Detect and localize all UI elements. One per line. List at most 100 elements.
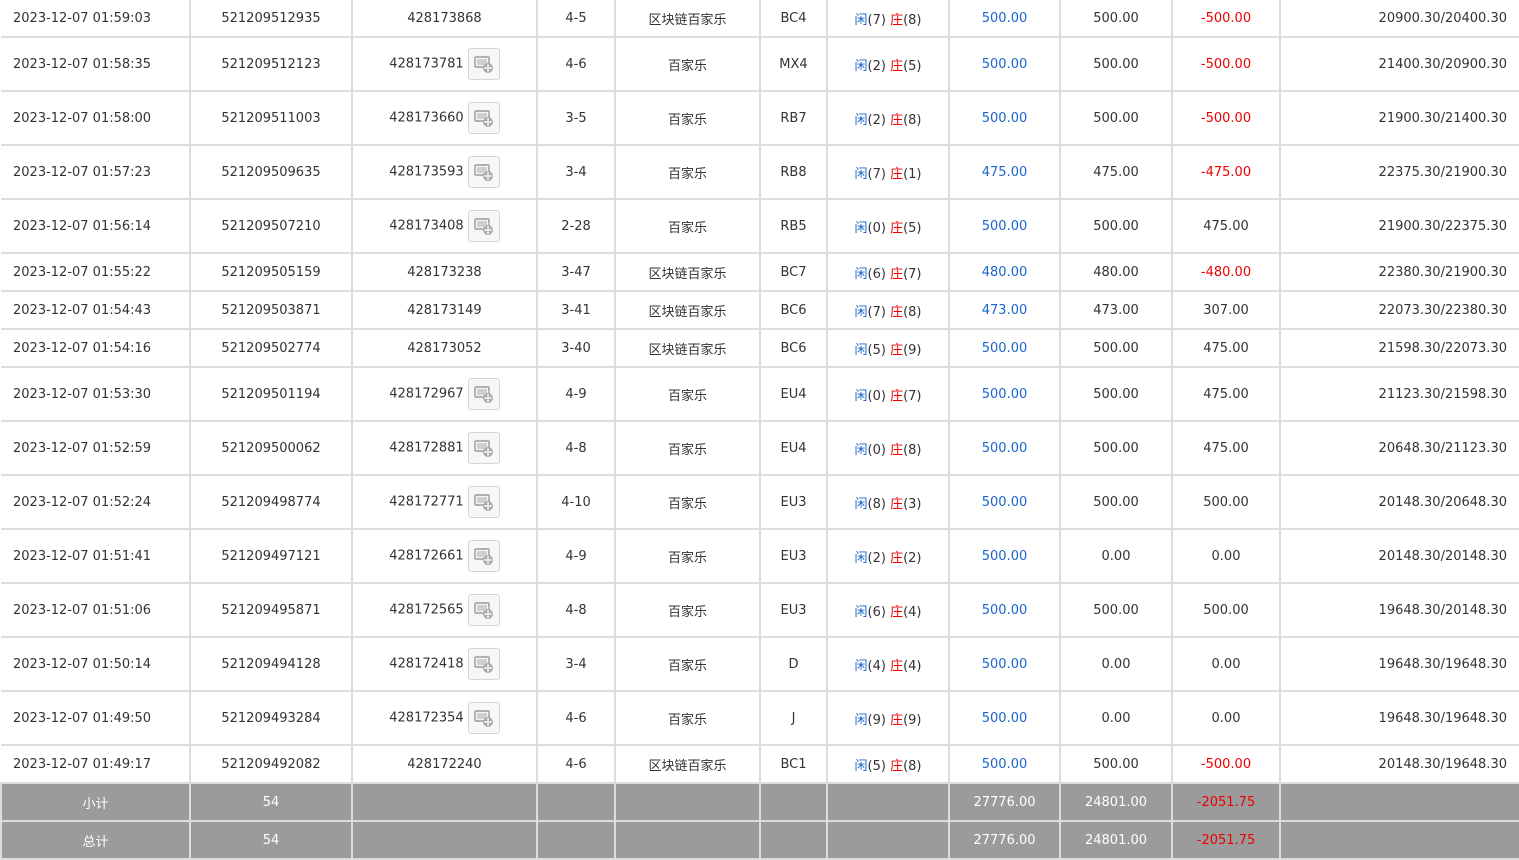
win-loss: -500.00 [1171, 36, 1281, 92]
bet-amount-link[interactable]: 500.00 [948, 36, 1061, 92]
player-score: (0) [867, 220, 886, 236]
video-replay-icon[interactable] [467, 540, 500, 572]
table-body: 2023-12-07 01:59:03 521209512935 428173868… [1, 0, 1519, 784]
banker-score: (5) [903, 220, 922, 236]
balance-before-after: 20648.30/21123.30 [1279, 420, 1519, 476]
game-result: 闲(0) 庄(7) [826, 366, 950, 422]
bet-amount-link[interactable]: 480.00 [948, 252, 1061, 292]
video-replay-icon[interactable] [467, 102, 500, 134]
player-label: 闲 [854, 712, 868, 728]
table-row: 2023-12-07 01:58:35 521209512123 428173781… [1, 36, 1519, 92]
valid-bet: 500.00 [1059, 744, 1173, 784]
game-result: 闲(2) 庄(5) [826, 36, 950, 92]
round-number: 4-9 [536, 366, 616, 422]
game-number-cell: 428173660 [351, 90, 538, 146]
bet-amount-link[interactable]: 500.00 [948, 366, 1061, 422]
video-replay-icon[interactable] [467, 432, 500, 464]
video-replay-icon[interactable] [467, 486, 500, 518]
banker-label: 庄 [890, 758, 904, 774]
game-number-cell: 428173149 [351, 290, 538, 330]
game-type: 区块链百家乐 [614, 252, 761, 292]
player-label: 闲 [854, 550, 868, 566]
bet-amount-link[interactable]: 473.00 [948, 290, 1061, 330]
player-label: 闲 [854, 12, 868, 28]
video-replay-icon[interactable] [467, 156, 500, 188]
table-row: 2023-12-07 01:54:16 521209502774 428173052… [1, 328, 1519, 368]
game-result: 闲(2) 庄(8) [826, 90, 950, 146]
video-replay-icon[interactable] [467, 648, 500, 680]
order-number: 521209492082 [189, 744, 353, 784]
game-number: 428172967 [389, 386, 464, 402]
table-row: 2023-12-07 01:51:41 521209497121 428172661… [1, 528, 1519, 584]
bet-amount-link[interactable]: 500.00 [948, 420, 1061, 476]
win-loss: 0.00 [1171, 690, 1281, 746]
game-number: 428173660 [389, 110, 464, 126]
order-number: 521209498774 [189, 474, 353, 530]
game-type: 百家乐 [614, 690, 761, 746]
bet-time: 2023-12-07 01:54:43 [1, 290, 191, 330]
bet-time: 2023-12-07 01:58:35 [1, 36, 191, 92]
balance-before-after: 21900.30/22375.30 [1279, 198, 1519, 254]
table-code: BC1 [759, 744, 828, 784]
game-type: 百家乐 [614, 36, 761, 92]
video-replay-icon[interactable] [467, 594, 500, 626]
round-number: 4-6 [536, 744, 616, 784]
total-count: 54 [189, 820, 353, 860]
banker-score: (4) [903, 604, 922, 620]
game-type: 区块链百家乐 [614, 744, 761, 784]
table-row: 2023-12-07 01:53:30 521209501194 428172967… [1, 366, 1519, 422]
bet-amount-link[interactable]: 500.00 [948, 198, 1061, 254]
game-number-cell: 428172771 [351, 474, 538, 530]
game-result: 闲(0) 庄(8) [826, 420, 950, 476]
bet-time: 2023-12-07 01:52:59 [1, 420, 191, 476]
video-replay-icon[interactable] [467, 48, 500, 80]
total-winloss: -2051.75 [1171, 820, 1281, 860]
table-row: 2023-12-07 01:59:03 521209512935 428173868… [1, 0, 1519, 38]
valid-bet: 0.00 [1059, 690, 1173, 746]
bet-amount-link[interactable]: 500.00 [948, 528, 1061, 584]
game-result: 闲(8) 庄(3) [826, 474, 950, 530]
bet-time: 2023-12-07 01:55:22 [1, 252, 191, 292]
player-score: (7) [867, 12, 886, 28]
player-score: (5) [867, 758, 886, 774]
balance-before-after: 22375.30/21900.30 [1279, 144, 1519, 200]
order-number: 521209500062 [189, 420, 353, 476]
win-loss: 307.00 [1171, 290, 1281, 330]
balance-before-after: 20148.30/19648.30 [1279, 744, 1519, 784]
player-label: 闲 [854, 166, 868, 182]
table-row: 2023-12-07 01:51:06 521209495871 428172565… [1, 582, 1519, 638]
bet-amount-link[interactable]: 500.00 [948, 0, 1061, 38]
video-replay-icon[interactable] [467, 702, 500, 734]
bet-amount-link[interactable]: 500.00 [948, 474, 1061, 530]
video-replay-icon[interactable] [467, 378, 500, 410]
bet-amount-link[interactable]: 500.00 [948, 328, 1061, 368]
order-number: 521209507210 [189, 198, 353, 254]
bet-amount-link[interactable]: 500.00 [948, 744, 1061, 784]
bet-amount-link[interactable]: 475.00 [948, 144, 1061, 200]
win-loss: 0.00 [1171, 528, 1281, 584]
order-number: 521209502774 [189, 328, 353, 368]
bet-amount-link[interactable]: 500.00 [948, 690, 1061, 746]
table-row: 2023-12-07 01:50:14 521209494128 428172418… [1, 636, 1519, 692]
bet-amount-link[interactable]: 500.00 [948, 90, 1061, 146]
player-label: 闲 [854, 304, 868, 320]
bet-amount-link[interactable]: 500.00 [948, 636, 1061, 692]
banker-label: 庄 [890, 658, 904, 674]
round-number: 3-4 [536, 144, 616, 200]
bet-time: 2023-12-07 01:57:23 [1, 144, 191, 200]
player-score: (8) [867, 496, 886, 512]
player-score: (0) [867, 388, 886, 404]
banker-label: 庄 [890, 58, 904, 74]
video-replay-icon[interactable] [467, 210, 500, 242]
bet-amount-link[interactable]: 500.00 [948, 582, 1061, 638]
win-loss: -500.00 [1171, 744, 1281, 784]
bet-time: 2023-12-07 01:53:30 [1, 366, 191, 422]
win-loss: 475.00 [1171, 328, 1281, 368]
valid-bet: 480.00 [1059, 252, 1173, 292]
subtotal-bet: 27776.00 [948, 782, 1061, 822]
banker-label: 庄 [890, 496, 904, 512]
player-score: (6) [867, 604, 886, 620]
balance-before-after: 22380.30/21900.30 [1279, 252, 1519, 292]
player-label: 闲 [854, 342, 868, 358]
game-result: 闲(2) 庄(2) [826, 528, 950, 584]
